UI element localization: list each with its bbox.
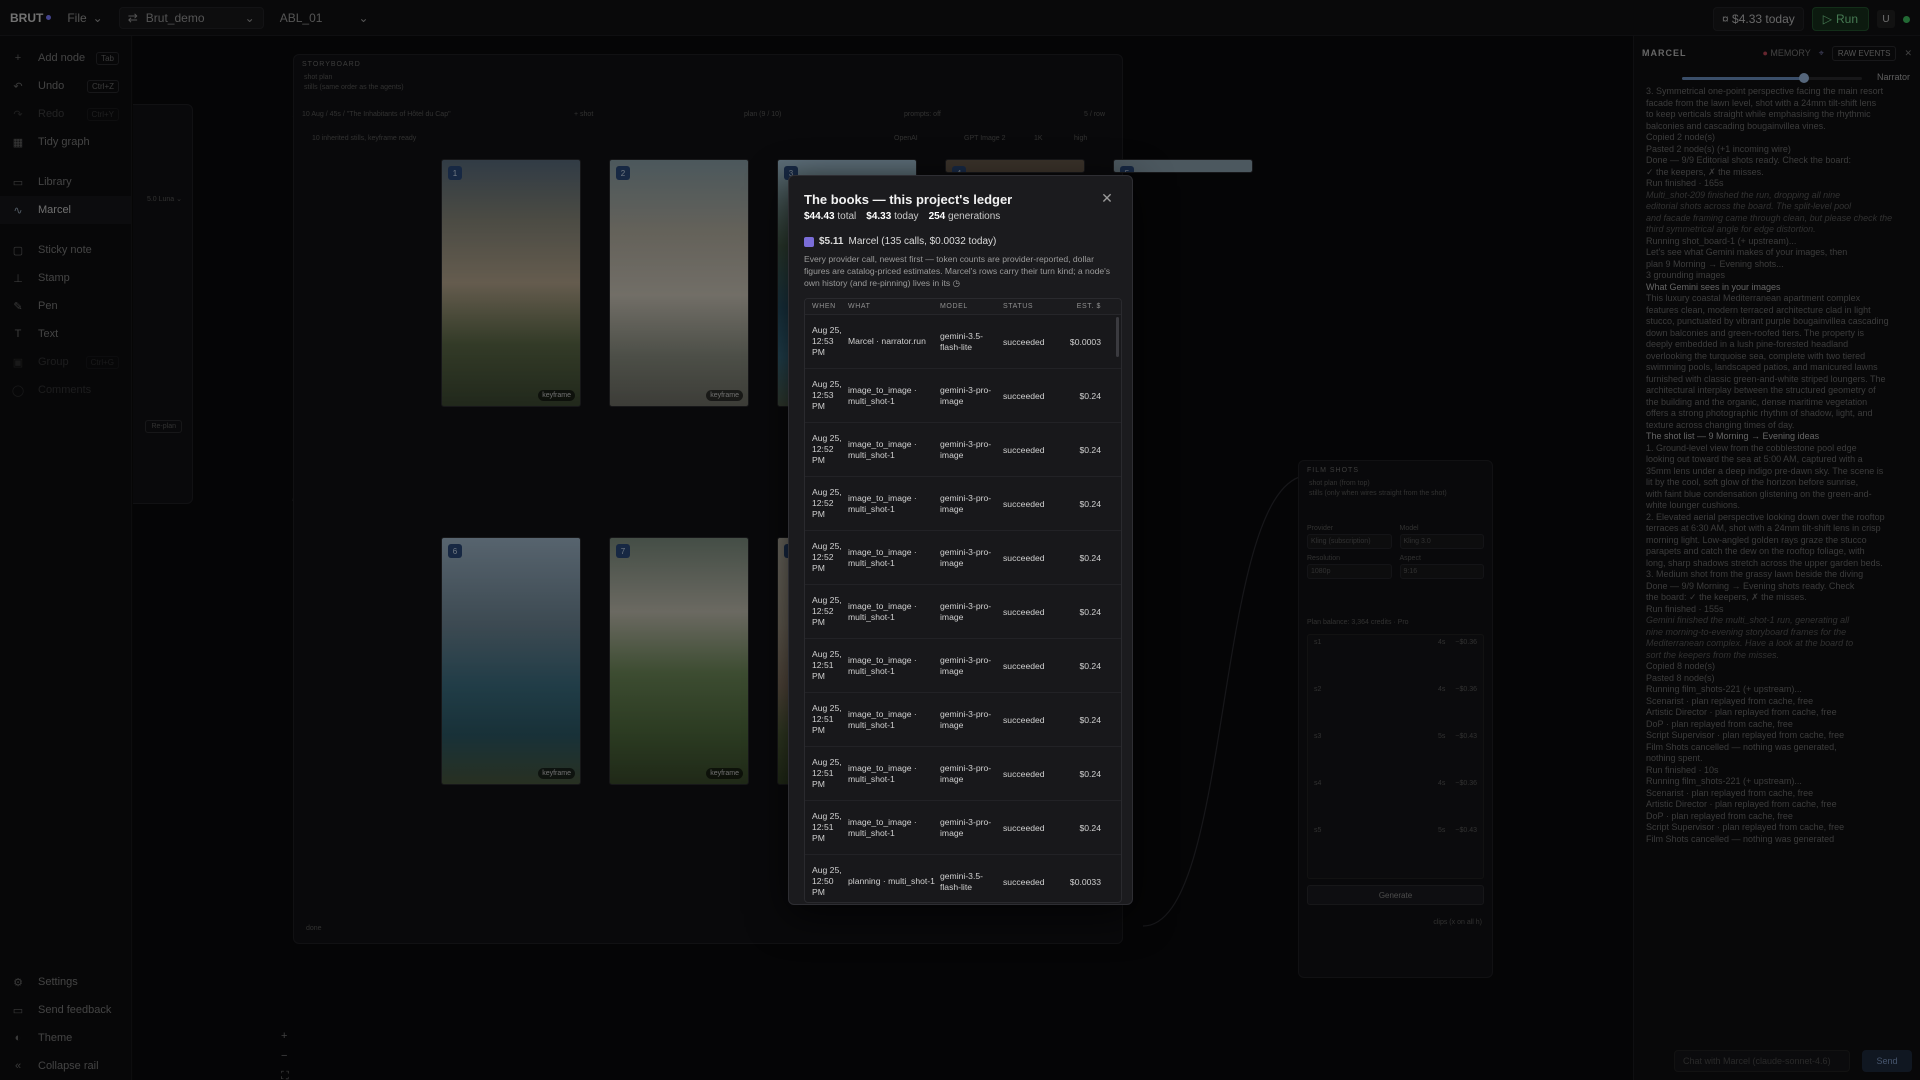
ledger-cell-what: planning · multi_shot-1 — [848, 876, 935, 886]
ledger-cell-model: gemini-3-pro-image — [940, 384, 992, 406]
col-model: MODEL — [940, 303, 968, 310]
ledger-cell-model: gemini-3-pro-image — [940, 762, 992, 784]
ledger-cell-when: Aug 25, 12:53 PM — [812, 325, 842, 357]
marcel-amount: $5.11 — [819, 236, 844, 247]
ledger-cell-cost: $0.24 — [1079, 714, 1101, 725]
ledger-row[interactable]: Aug 25, 12:52 PM image_to_image · multi_s… — [805, 585, 1121, 639]
ledger-cell-what: image_to_image · multi_shot-1 — [848, 492, 917, 514]
ledger-cell-cost: $0.24 — [1079, 606, 1101, 617]
ledger-modal: The books — this project's ledger ✕ $44.… — [788, 175, 1133, 905]
ledger-cell-what: image_to_image · multi_shot-1 — [848, 546, 917, 568]
ledger-cell-what: image_to_image · multi_shot-1 — [848, 384, 917, 406]
ledger-cell-cost: $0.24 — [1079, 390, 1101, 401]
ledger-scrollbar[interactable] — [1116, 317, 1119, 357]
ledger-today-value: $4.33 — [866, 211, 892, 222]
ledger-cell-model: gemini-3.5-flash-lite — [940, 330, 983, 352]
ledger-row[interactable]: Aug 25, 12:53 PM Marcel · narrator.run gem… — [805, 315, 1121, 369]
ledger-cell-cost: $0.24 — [1079, 444, 1101, 455]
ledger-cell-what: image_to_image · multi_shot-1 — [848, 708, 917, 730]
ledger-cell-when: Aug 25, 12:52 PM — [812, 433, 842, 465]
ledger-cell-status: succeeded — [1003, 444, 1045, 455]
ledger-cell-model: gemini-3-pro-image — [940, 492, 992, 514]
ledger-cell-what: image_to_image · multi_shot-1 — [848, 762, 917, 784]
ledger-cell-cost: $0.0033 — [1069, 876, 1101, 887]
ledger-row[interactable]: Aug 25, 12:51 PM image_to_image · multi_s… — [805, 639, 1121, 693]
ledger-cell-cost: $0.24 — [1079, 768, 1101, 779]
ledger-cell-status: succeeded — [1003, 390, 1045, 401]
ledger-cell-when: Aug 25, 12:52 PM — [812, 487, 842, 519]
marcel-spend: $5.11 Marcel (135 calls, $0.0032 today) — [804, 236, 1117, 247]
col-status: STATUS — [1003, 303, 1034, 310]
ledger-cell-what: image_to_image · multi_shot-1 — [848, 654, 917, 676]
ledger-generations: 254 generations — [929, 211, 1001, 222]
ledger-cell-status: succeeded — [1003, 606, 1045, 617]
ledger-rows: Aug 25, 12:53 PM Marcel · narrator.run gem… — [805, 315, 1121, 902]
ledger-cell-when: Aug 25, 12:53 PM — [812, 379, 842, 411]
ledger-generations-value: 254 — [928, 211, 946, 222]
ledger-total: $44.43 total — [804, 211, 856, 222]
ledger-cell-what: image_to_image · multi_shot-1 — [848, 600, 917, 622]
ledger-cell-model: gemini-3.5-flash-lite — [940, 870, 983, 892]
ledger-total-value: $44.43 — [804, 211, 835, 222]
ledger-cell-cost: $0.0003 — [1069, 336, 1101, 347]
ledger-row[interactable]: Aug 25, 12:52 PM image_to_image · multi_s… — [805, 477, 1121, 531]
ledger-cell-status: succeeded — [1003, 822, 1045, 833]
ledger-cell-status: succeeded — [1003, 768, 1045, 779]
ledger-row[interactable]: Aug 25, 12:53 PM image_to_image · multi_s… — [805, 369, 1121, 423]
col-when: WHEN — [812, 303, 836, 310]
ledger-row[interactable]: Aug 25, 12:52 PM image_to_image · multi_s… — [805, 531, 1121, 585]
ledger-row[interactable]: Aug 25, 12:51 PM image_to_image · multi_s… — [805, 747, 1121, 801]
ledger-cell-when: Aug 25, 12:51 PM — [812, 757, 842, 789]
ledger-title: The books — this project's ledger — [804, 192, 1013, 207]
ledger-table-header: WHEN WHAT MODEL STATUS EST. $ — [805, 299, 1121, 315]
ledger-cell-what: Marcel · narrator.run — [848, 336, 926, 346]
ledger-table: WHEN WHAT MODEL STATUS EST. $ Aug 25, 12… — [804, 298, 1122, 903]
clock-icon: ◷ — [952, 278, 961, 288]
marcel-icon — [804, 236, 814, 247]
ledger-cell-cost: $0.24 — [1079, 498, 1101, 509]
ledger-cell-model: gemini-3-pro-image — [940, 546, 992, 568]
ledger-cell-model: gemini-3-pro-image — [940, 816, 992, 838]
col-what: WHAT — [848, 303, 871, 310]
ledger-cell-status: succeeded — [1003, 876, 1045, 887]
ledger-cell-status: succeeded — [1003, 498, 1045, 509]
marcel-spend-text: Marcel (135 calls, $0.0032 today) — [848, 236, 997, 247]
ledger-cell-model: gemini-3-pro-image — [940, 438, 992, 460]
ledger-cell-status: succeeded — [1003, 336, 1045, 347]
ledger-cell-status: succeeded — [1003, 552, 1045, 563]
ledger-today-label: today — [894, 211, 919, 222]
ledger-cell-cost: $0.24 — [1079, 822, 1101, 833]
close-icon[interactable]: ✕ — [1099, 190, 1115, 206]
app-root: BRUT File ⌄ ⇄ Brut_demo ⌄ ABL_01 ⌄ ¤ $4.33 t… — [0, 0, 1920, 1080]
ledger-cell-when: Aug 25, 12:50 PM — [812, 865, 842, 897]
ledger-description: Every provider call, newest first — toke… — [804, 253, 1117, 289]
ledger-cell-model: gemini-3-pro-image — [940, 654, 992, 676]
ledger-cell-model: gemini-3-pro-image — [940, 600, 992, 622]
ledger-generations-label: generations — [948, 211, 1001, 222]
ledger-stats: $44.43 total $4.33 today 254 generations — [804, 211, 1117, 222]
col-cost: EST. $ — [1076, 303, 1101, 310]
ledger-cell-what: image_to_image · multi_shot-1 — [848, 816, 917, 838]
ledger-row[interactable]: Aug 25, 12:50 PM planning · multi_shot-1 g… — [805, 855, 1121, 902]
ledger-cell-when: Aug 25, 12:51 PM — [812, 649, 842, 681]
ledger-cell-when: Aug 25, 12:51 PM — [812, 811, 842, 843]
ledger-row[interactable]: Aug 25, 12:51 PM image_to_image · multi_s… — [805, 801, 1121, 855]
ledger-cell-cost: $0.24 — [1079, 552, 1101, 563]
ledger-cell-cost: $0.24 — [1079, 660, 1101, 671]
ledger-total-label: total — [837, 211, 857, 222]
ledger-cell-when: Aug 25, 12:52 PM — [812, 541, 842, 573]
ledger-cell-when: Aug 25, 12:51 PM — [812, 703, 842, 735]
ledger-row[interactable]: Aug 25, 12:52 PM image_to_image · multi_s… — [805, 423, 1121, 477]
ledger-row[interactable]: Aug 25, 12:51 PM image_to_image · multi_s… — [805, 693, 1121, 747]
ledger-cell-status: succeeded — [1003, 660, 1045, 671]
ledger-cell-when: Aug 25, 12:52 PM — [812, 595, 842, 627]
ledger-cell-model: gemini-3-pro-image — [940, 708, 992, 730]
ledger-cell-status: succeeded — [1003, 714, 1045, 725]
ledger-today: $4.33 today — [866, 211, 918, 222]
ledger-cell-what: image_to_image · multi_shot-1 — [848, 438, 917, 460]
